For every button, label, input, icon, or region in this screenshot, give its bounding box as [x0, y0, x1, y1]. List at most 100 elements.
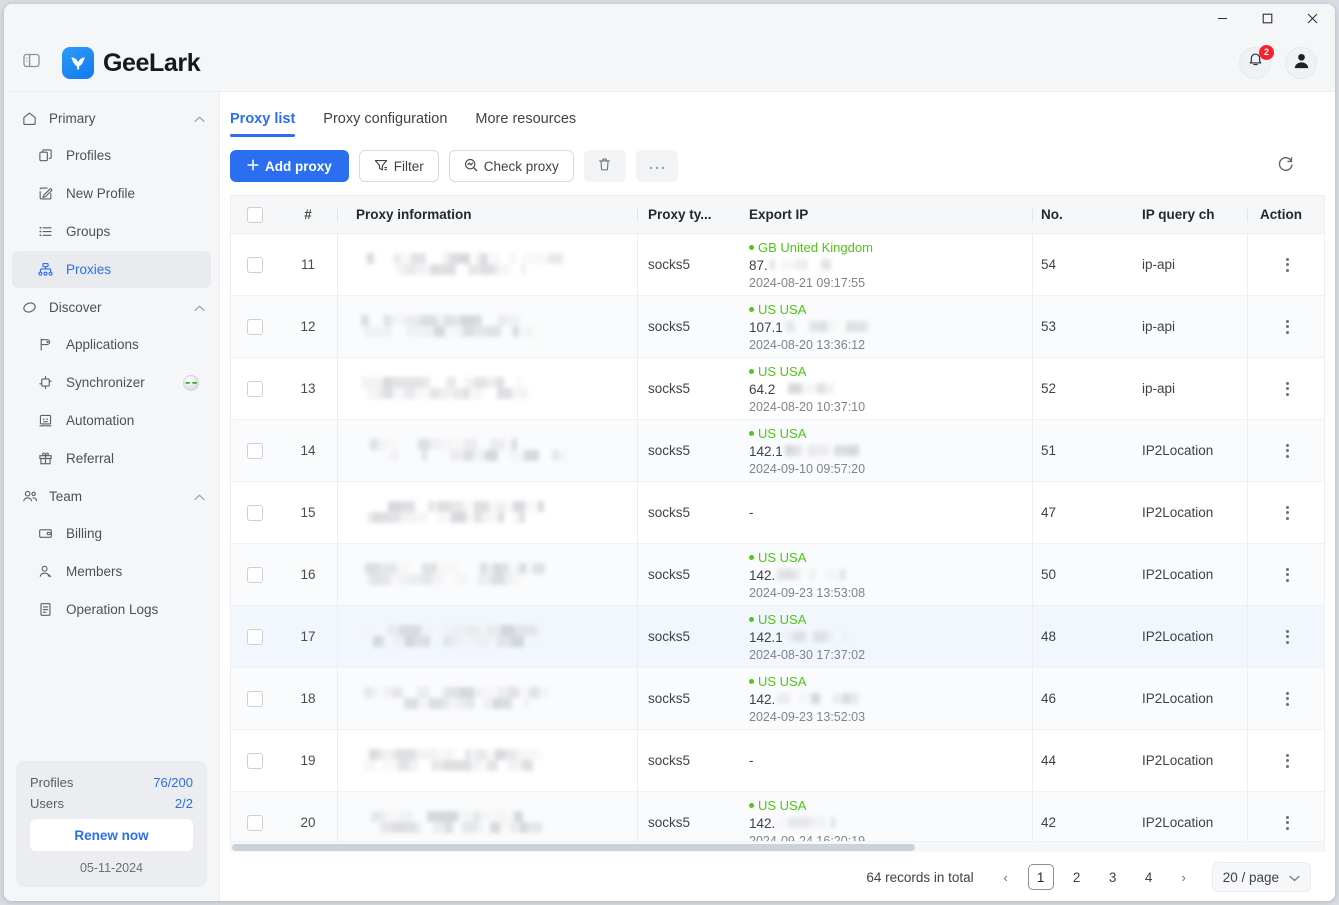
table-row[interactable]: 11 socks5 GB United Kingdom 87. 2024-08-21 0…	[231, 234, 1324, 296]
sidebar-item-members[interactable]: Members	[12, 553, 211, 590]
page-size-select[interactable]: 20 / page	[1211, 862, 1311, 892]
more-actions-button[interactable]	[635, 150, 678, 182]
trash-icon	[597, 157, 612, 175]
sidebar-group-label: Team	[49, 488, 83, 504]
refresh-button[interactable]	[1270, 151, 1300, 181]
sidebar-group-team[interactable]: Team	[4, 478, 219, 514]
table-row[interactable]: 12 socks5 US USA 107.1 2024-08-20 13:36:12 53…	[231, 296, 1324, 358]
country-label: US USA	[758, 549, 807, 565]
table-row[interactable]: 18 socks5 US USA 142. 2024-09-23 13:52:03 46 I…	[231, 668, 1324, 730]
row-index: 19	[300, 753, 316, 768]
sidebar-item-groups[interactable]: Groups	[12, 213, 211, 250]
notifications-button[interactable]: 2	[1239, 45, 1274, 79]
export-ip-timestamp: 2024-09-23 13:53:08	[749, 585, 866, 600]
column-header-index: #	[304, 207, 312, 222]
row-action-cell	[1247, 730, 1324, 791]
row-select-cell	[231, 730, 279, 791]
sidebar-item-label: Members	[66, 564, 123, 579]
sidebar-item-automation[interactable]: Automation	[12, 402, 211, 439]
table-row[interactable]: 16 socks5 US USA 142. 2024-09-23 13:53:08 50 I…	[231, 544, 1324, 606]
sidebar-item-label: Referral	[66, 451, 115, 466]
sidebar-item-profiles[interactable]: Profiles	[12, 137, 211, 174]
row-checkbox[interactable]	[247, 628, 263, 645]
export-ip-country: US USA	[749, 612, 806, 627]
scrollbar-thumb[interactable]	[232, 844, 916, 851]
row-more-menu-button[interactable]	[1276, 438, 1299, 464]
check-proxy-button[interactable]: Check proxy	[448, 150, 574, 182]
sidebar-item-referral[interactable]: Referral	[12, 440, 211, 477]
page-button-1[interactable]: 1	[1027, 864, 1054, 890]
chevron-up-icon	[194, 489, 205, 504]
tab-more-resources[interactable]: More resources	[475, 111, 576, 136]
sidebar-item-billing[interactable]: Billing	[12, 515, 211, 552]
row-index: 11	[300, 257, 315, 272]
filter-button[interactable]: Filter	[358, 150, 439, 182]
records-total-label: 64 records in total	[866, 869, 974, 885]
profiles-icon	[38, 148, 57, 163]
quota-users-label: Users	[30, 796, 64, 811]
sidebar-item-operation-logs[interactable]: Operation Logs	[12, 591, 211, 628]
row-checkbox[interactable]	[247, 318, 263, 335]
proxy-type-cell: socks5	[637, 792, 737, 841]
export-ip-address: 142.	[749, 816, 836, 831]
table-row[interactable]: 20 socks5 US USA 142. 2024-09-24 16:20:19 42 I…	[231, 792, 1324, 841]
filter-label: Filter	[393, 158, 424, 174]
table-row[interactable]: 13 socks5 US USA 64.2 2024-08-20 10:37:10 52 i…	[231, 358, 1324, 420]
sidebar-item-proxies[interactable]: Proxies	[12, 251, 211, 288]
proxy-type-cell: socks5	[637, 544, 737, 605]
renew-now-button[interactable]: Renew now	[30, 819, 193, 851]
row-select-cell	[231, 482, 279, 543]
export-ip-cell: US USA 142. 2024-09-23 13:53:08	[737, 544, 1032, 605]
minimize-button[interactable]	[1200, 4, 1245, 33]
table-row[interactable]: 17 socks5 US USA 142.1 2024-08-30 17:37:02 48…	[231, 606, 1324, 668]
row-checkbox[interactable]	[247, 690, 263, 707]
add-proxy-button[interactable]: Add proxy	[230, 150, 349, 182]
row-more-menu-button[interactable]	[1276, 810, 1299, 836]
sidebar-item-synchronizer[interactable]: Synchronizer	[12, 364, 211, 401]
table-row[interactable]: 15 socks5- 47 IP2Location	[231, 482, 1324, 544]
sidebar-group-primary[interactable]: Primary	[4, 100, 219, 136]
row-more-menu-button[interactable]	[1276, 376, 1299, 402]
user-avatar-button[interactable]	[1285, 47, 1317, 79]
select-all-checkbox[interactable]	[247, 206, 263, 223]
row-more-menu-button[interactable]	[1276, 624, 1299, 650]
proxy-information-cell	[337, 358, 637, 419]
sidebar-item-applications[interactable]: Applications	[12, 326, 211, 363]
row-checkbox[interactable]	[247, 814, 263, 831]
close-button[interactable]	[1290, 4, 1335, 33]
row-checkbox[interactable]	[247, 504, 263, 521]
page-button-3[interactable]: 3	[1100, 864, 1126, 890]
tab-proxy-configuration[interactable]: Proxy configuration	[323, 111, 447, 136]
prev-page-button[interactable]: ‹	[994, 864, 1018, 890]
row-checkbox[interactable]	[247, 256, 263, 273]
row-more-menu-button[interactable]	[1276, 686, 1299, 712]
row-checkbox[interactable]	[247, 380, 263, 397]
table-row[interactable]: 14 socks5 US USA 142.1 2024-09-10 09:57:20 51…	[231, 420, 1324, 482]
row-more-menu-button[interactable]	[1276, 562, 1299, 588]
maximize-button[interactable]	[1245, 4, 1290, 33]
row-checkbox[interactable]	[247, 442, 263, 459]
row-more-menu-button[interactable]	[1276, 314, 1299, 340]
page-button-4[interactable]: 4	[1136, 864, 1162, 890]
sidebar-item-new-profile[interactable]: New Profile	[12, 175, 211, 212]
table-horizontal-scrollbar[interactable]	[231, 841, 1324, 852]
row-more-menu-button[interactable]	[1276, 252, 1299, 278]
row-select-cell	[231, 544, 279, 605]
automation-icon	[38, 413, 57, 428]
check-proxy-icon	[464, 158, 478, 175]
export-ip-prefix: 142.1	[749, 629, 783, 645]
sidebar-group-discover[interactable]: Discover	[4, 289, 219, 325]
row-checkbox[interactable]	[247, 566, 263, 583]
row-index: 16	[300, 567, 316, 582]
table-row[interactable]: 19 socks5- 44 IP2Location	[231, 730, 1324, 792]
sidebar-toggle-button[interactable]	[18, 50, 44, 76]
next-page-button[interactable]: ›	[1172, 864, 1196, 890]
row-action-cell	[1247, 544, 1324, 605]
delete-button[interactable]	[583, 150, 626, 182]
tab-proxy-list[interactable]: Proxy list	[230, 111, 296, 137]
row-more-menu-button[interactable]	[1276, 748, 1299, 774]
export-ip-prefix: 142.1	[749, 443, 783, 459]
row-checkbox[interactable]	[247, 752, 263, 769]
page-button-2[interactable]: 2	[1064, 864, 1090, 890]
row-more-menu-button[interactable]	[1276, 500, 1299, 526]
